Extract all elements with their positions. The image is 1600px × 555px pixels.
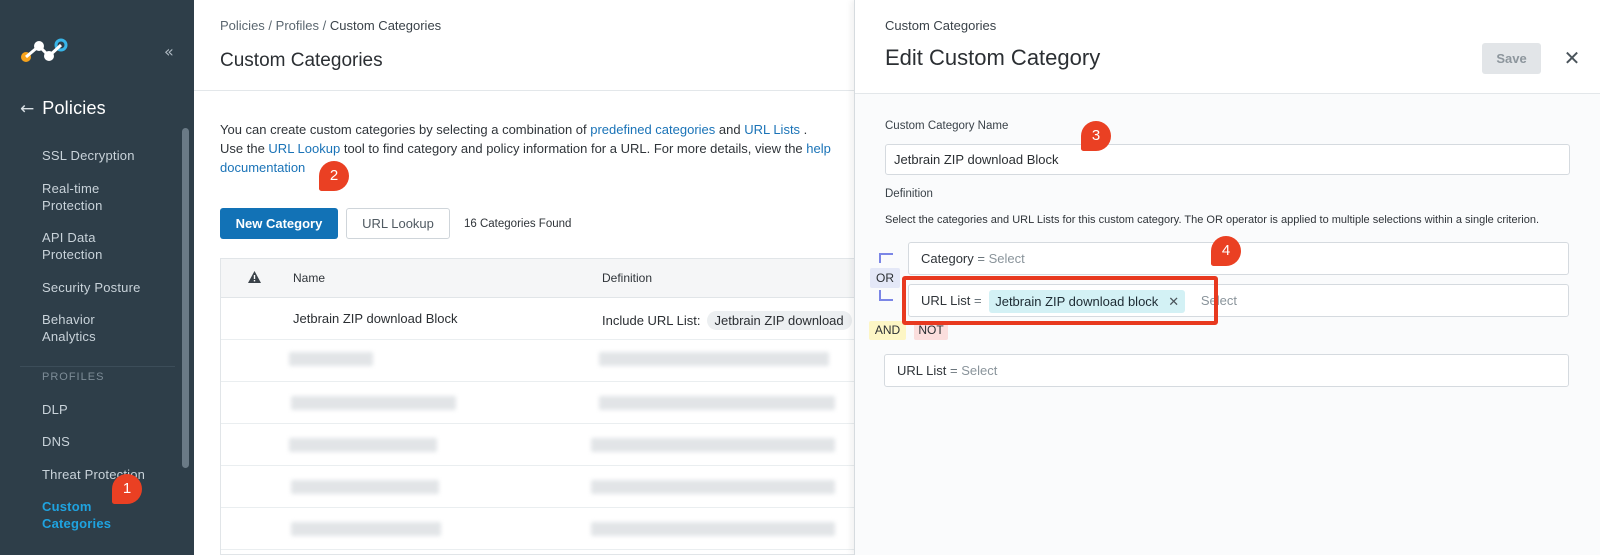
not-operator-badge: NOT (914, 321, 948, 340)
not-url-list-criterion-field[interactable]: URL List = Select (884, 354, 1569, 387)
sidebar-scrollbar[interactable] (182, 128, 189, 468)
remove-chip-icon[interactable]: ✕ (1168, 291, 1179, 314)
intro-text-part: You can create custom categories by sele… (220, 122, 591, 137)
breadcrumb-separator: / (268, 18, 273, 33)
breadcrumb-current: Custom Categories (329, 18, 442, 33)
page-title: Custom Categories (220, 50, 383, 71)
table-header: Name Definition (221, 259, 854, 298)
or-bracket-bottom (879, 290, 893, 301)
header-divider (194, 90, 854, 91)
step-marker-4: 4 (1211, 236, 1241, 266)
redacted-text (599, 396, 835, 410)
sidebar-item-threat-protection[interactable]: Threat Protection (42, 466, 172, 483)
redacted-text (291, 480, 439, 494)
double-chevron-left-icon[interactable]: « (164, 42, 174, 61)
intro-text: You can create custom categories by sele… (220, 120, 832, 177)
sidebar-item-security-posture[interactable]: Security Posture (42, 279, 172, 296)
redacted-text (291, 522, 441, 536)
table-row[interactable]: Jetbrain ZIP download Block Include URL … (221, 298, 854, 340)
redacted-text (591, 438, 835, 452)
predefined-categories-link[interactable]: predefined categories (590, 122, 715, 137)
or-operator-badge: OR (870, 268, 900, 288)
category-select-placeholder: Select (988, 251, 1025, 266)
not-url-list-select-placeholder: Select (961, 363, 998, 378)
breadcrumb-separator: / (322, 18, 327, 33)
redacted-text (289, 438, 437, 452)
step-marker-3: 3 (1081, 121, 1111, 151)
row-name: Jetbrain ZIP download Block (293, 311, 458, 326)
breadcrumb-profiles[interactable]: Profiles (276, 18, 319, 33)
url-list-chip-label: Jetbrain ZIP download block (995, 294, 1159, 310)
step-marker-2: 2 (319, 161, 349, 191)
main-content: Policies / Profiles / Custom Categories … (194, 0, 854, 555)
redacted-text (289, 352, 373, 366)
panel-breadcrumb: Custom Categories (885, 18, 997, 33)
panel-title: Edit Custom Category (885, 45, 1101, 70)
or-bracket-top (879, 253, 893, 263)
edit-category-panel: Custom Categories Edit Custom Category S… (854, 0, 1600, 555)
redacted-text (599, 352, 829, 366)
url-list-criterion-label: URL List (921, 293, 971, 308)
url-list-select-placeholder: Select (1200, 293, 1237, 308)
category-name-label: Custom Category Name (885, 120, 1009, 132)
url-list-chip: Jetbrain ZIP download block ✕ (989, 290, 1186, 314)
column-header-name[interactable]: Name (293, 271, 325, 285)
table-row[interactable] (221, 466, 854, 508)
url-list-criterion-field[interactable]: URL List = Jetbrain ZIP download block ✕ … (908, 284, 1569, 317)
and-operator-badge: AND (869, 321, 906, 340)
arrow-left-icon: ← (20, 98, 35, 119)
sidebar-title: Policies (42, 98, 106, 118)
redacted-text (591, 522, 835, 536)
url-lookup-link[interactable]: URL Lookup (268, 141, 340, 156)
redacted-text (591, 480, 835, 494)
sidebar-item-api-data-protection[interactable]: API Data Protection (42, 229, 132, 263)
category-name-input[interactable]: Jetbrain ZIP download Block (885, 144, 1570, 175)
sidebar-item-dlp[interactable]: DLP (42, 401, 172, 418)
close-icon[interactable]: ✕ (1560, 46, 1584, 70)
categories-table: Name Definition Jetbrain ZIP download Bl… (220, 258, 854, 555)
intro-text-part: and (715, 122, 745, 137)
categories-count: 16 Categories Found (464, 218, 572, 230)
table-row[interactable] (221, 508, 854, 550)
category-criterion-label: Category (921, 251, 974, 266)
equals-sign: = (977, 251, 985, 266)
sidebar-item-ssl-decryption[interactable]: SSL Decryption (42, 147, 172, 164)
row-definition-chip: Jetbrain ZIP download (706, 311, 852, 330)
sidebar-item-behavior-analytics[interactable]: Behavior Analytics (42, 311, 132, 345)
column-header-definition[interactable]: Definition (602, 271, 652, 285)
sidebar-item-realtime-protection[interactable]: Real-time Protection (42, 180, 132, 214)
redacted-text (291, 396, 456, 410)
save-button[interactable]: Save (1482, 43, 1541, 74)
equals-sign: = (950, 363, 958, 378)
step-marker-1: 1 (112, 474, 142, 504)
sidebar-item-dns[interactable]: DNS (42, 433, 172, 450)
breadcrumb-policies[interactable]: Policies (220, 18, 265, 33)
back-to-policies[interactable]: ← Policies (20, 98, 106, 119)
row-definition: Include URL List: Jetbrain ZIP download (602, 311, 852, 330)
breadcrumb: Policies / Profiles / Custom Categories (220, 18, 441, 33)
sidebar-divider (20, 366, 175, 367)
equals-sign: = (974, 293, 982, 308)
warning-icon (248, 271, 261, 283)
new-category-button[interactable]: New Category (220, 208, 338, 239)
url-lookup-button[interactable]: URL Lookup (346, 208, 450, 239)
table-row[interactable] (221, 382, 854, 424)
sidebar-section-profiles: PROFILES (42, 371, 105, 383)
url-lists-link[interactable]: URL Lists (744, 122, 800, 137)
sidebar: « ← Policies SSL Decryption Real-time Pr… (0, 0, 194, 555)
table-row[interactable] (221, 424, 854, 466)
table-row[interactable] (221, 340, 854, 382)
definition-help-text: Select the categories and URL Lists for … (885, 214, 1540, 226)
definition-label: Definition (885, 188, 933, 200)
netskope-logo[interactable] (20, 38, 68, 64)
row-definition-label: Include URL List: (602, 313, 701, 328)
not-url-list-label: URL List (897, 363, 947, 378)
intro-text-part: tool to find category and policy informa… (340, 141, 807, 156)
